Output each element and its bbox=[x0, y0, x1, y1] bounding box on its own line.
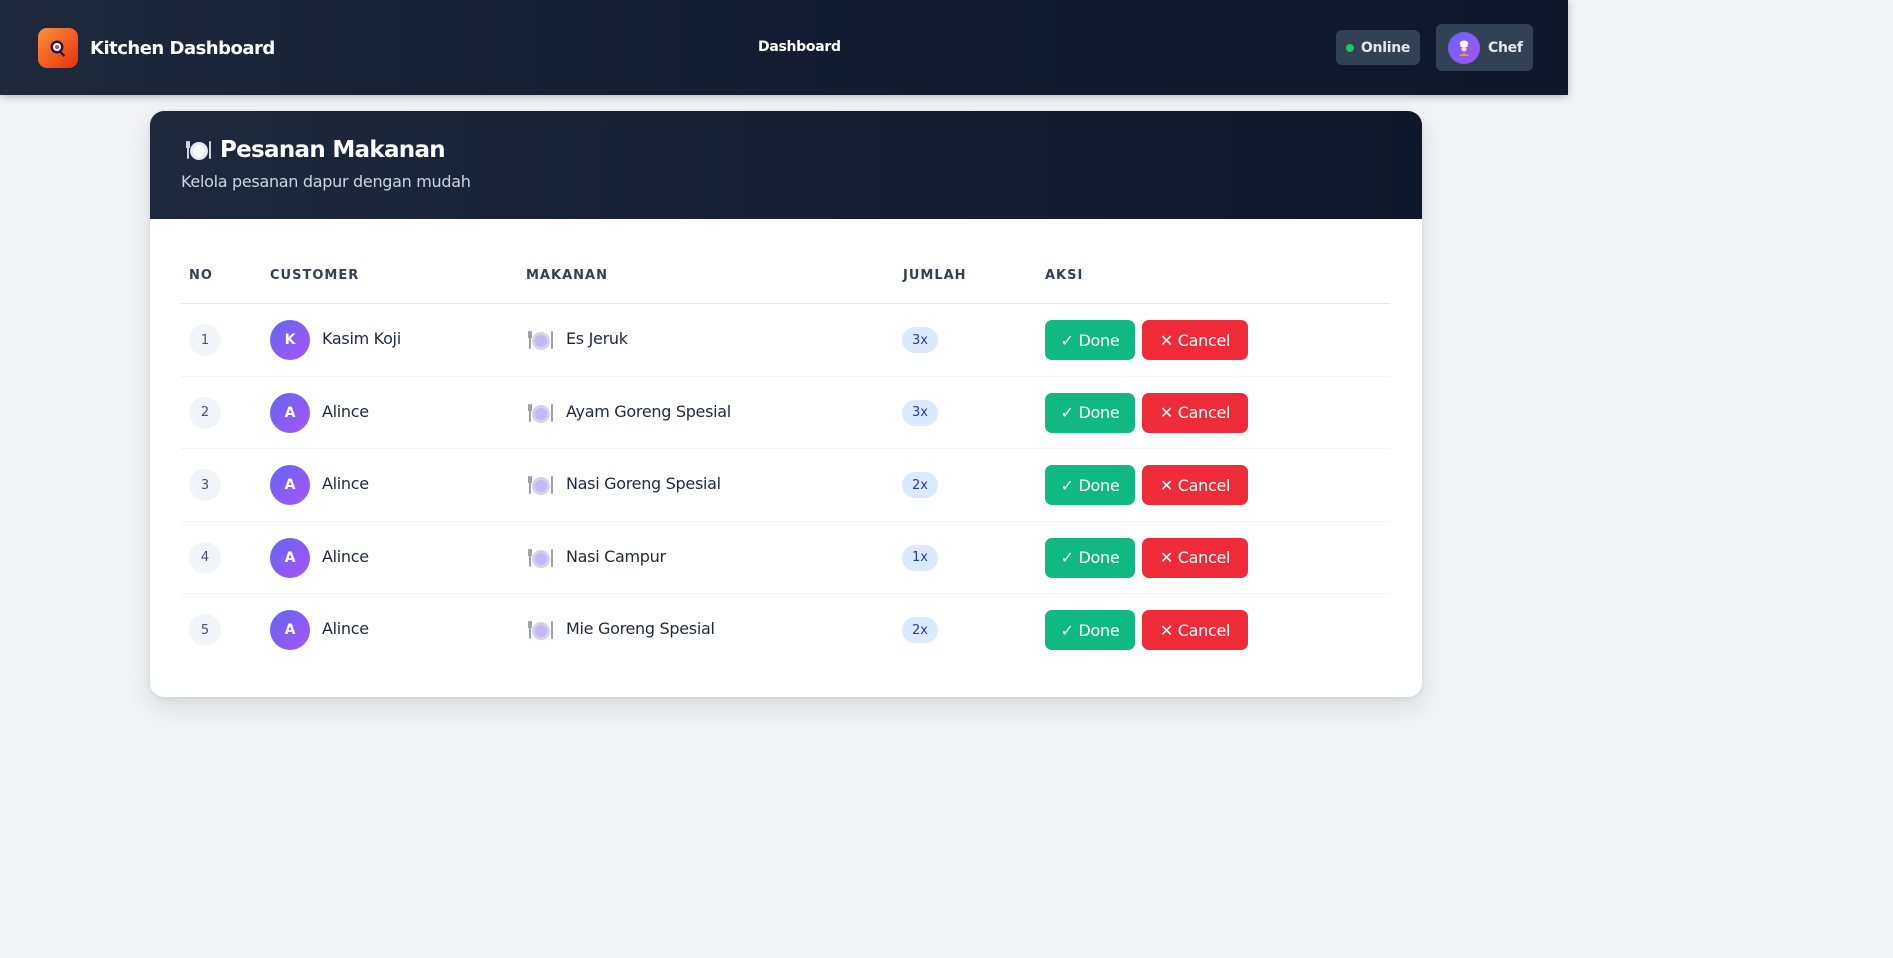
brand-title: Kitchen Dashboard bbox=[90, 37, 275, 59]
orders-table: NO CUSTOMER MAKANAN JUMLAH AKSI 1 K Kasi… bbox=[181, 252, 1390, 667]
row-number: 2 bbox=[189, 396, 221, 429]
cancel-button[interactable]: ✕ Cancel bbox=[1142, 392, 1248, 433]
row-number: 5 bbox=[189, 614, 221, 646]
customer-name: Kasim Koji bbox=[322, 329, 401, 348]
header-action: AKSI bbox=[1045, 268, 1084, 283]
plate-icon bbox=[528, 546, 554, 570]
quantity-badge: 2x bbox=[902, 617, 938, 643]
table-body: 1 K Kasim Koji Es Jeruk 3x ✓ Done ✕ Canc… bbox=[181, 304, 1390, 667]
nav-link-dashboard[interactable]: Dashboard bbox=[758, 39, 841, 55]
quantity-badge: 2x bbox=[902, 472, 938, 498]
status-badge: Online bbox=[1336, 30, 1420, 65]
customer-name: Alince bbox=[322, 546, 369, 566]
done-button[interactable]: ✓ Done bbox=[1045, 392, 1135, 433]
food-name: Nasi Goreng Spesial bbox=[566, 474, 721, 493]
plate-icon bbox=[528, 473, 554, 497]
status-label: Online bbox=[1360, 39, 1411, 56]
food-name: Mie Goreng Spesial bbox=[566, 619, 715, 638]
quantity-badge: 1x bbox=[902, 544, 938, 571]
food-name: Es Jeruk bbox=[566, 329, 628, 348]
table-row: 1 K Kasim Koji Es Jeruk 3x ✓ Done ✕ Canc… bbox=[181, 304, 1390, 377]
customer-name: Alince bbox=[322, 474, 369, 493]
row-number: 3 bbox=[189, 469, 221, 501]
top-navbar: Kitchen Dashboard Dashboard Online Chef bbox=[0, 0, 1568, 95]
customer-name: Alince bbox=[322, 619, 369, 638]
avatar: K bbox=[270, 320, 310, 360]
row-number: 4 bbox=[189, 541, 221, 574]
customer-name: Alince bbox=[322, 401, 369, 421]
avatar: A bbox=[270, 610, 310, 650]
card-subtitle: Kelola pesanan dapur dengan mudah bbox=[181, 172, 471, 191]
row-number: 1 bbox=[189, 324, 221, 356]
done-button[interactable]: ✓ Done bbox=[1045, 320, 1135, 360]
header-no: NO bbox=[189, 268, 213, 283]
cancel-button[interactable]: ✕ Cancel bbox=[1142, 320, 1248, 360]
cancel-button[interactable]: ✕ Cancel bbox=[1142, 610, 1248, 650]
card-title-text: Pesanan Makanan bbox=[220, 137, 446, 163]
status-dot-icon bbox=[1345, 43, 1354, 52]
brand[interactable]: Kitchen Dashboard bbox=[38, 28, 275, 68]
user-name: Chef bbox=[1488, 39, 1523, 56]
table-row: 2 A Alince Ayam Goreng Spesial 3x ✓ Done… bbox=[181, 377, 1390, 449]
quantity-badge: 3x bbox=[902, 399, 938, 426]
food-name: Ayam Goreng Spesial bbox=[566, 401, 731, 421]
table-row: 3 A Alince Nasi Goreng Spesial 2x ✓ Done… bbox=[181, 449, 1390, 522]
done-button[interactable]: ✓ Done bbox=[1045, 465, 1135, 505]
food-name: Nasi Campur bbox=[566, 546, 666, 566]
plate-icon bbox=[528, 328, 554, 352]
page-title: Pesanan Makanan bbox=[186, 137, 446, 163]
table-row: 5 A Alince Mie Goreng Spesial 2x ✓ Done … bbox=[181, 594, 1390, 667]
done-button[interactable]: ✓ Done bbox=[1045, 537, 1135, 578]
chef-icon bbox=[1448, 31, 1480, 64]
plate-icon bbox=[528, 618, 554, 642]
plate-icon bbox=[528, 401, 554, 425]
avatar: A bbox=[270, 537, 310, 578]
user-menu-button[interactable]: Chef bbox=[1436, 24, 1533, 71]
cancel-button[interactable]: ✕ Cancel bbox=[1142, 465, 1248, 505]
orders-card: Pesanan Makanan Kelola pesanan dapur den… bbox=[150, 111, 1422, 697]
cancel-button[interactable]: ✕ Cancel bbox=[1142, 537, 1248, 578]
plate-icon bbox=[186, 138, 212, 162]
header-qty: JUMLAH bbox=[903, 268, 967, 283]
table-header: NO CUSTOMER MAKANAN JUMLAH AKSI bbox=[181, 252, 1390, 304]
brand-logo-icon bbox=[38, 28, 78, 68]
header-food: MAKANAN bbox=[526, 268, 608, 283]
table-row: 4 A Alince Nasi Campur 1x ✓ Done ✕ Cance… bbox=[181, 522, 1390, 594]
header-customer: CUSTOMER bbox=[270, 268, 360, 283]
card-header: Pesanan Makanan Kelola pesanan dapur den… bbox=[150, 111, 1422, 219]
avatar: A bbox=[270, 465, 310, 505]
avatar: A bbox=[270, 392, 310, 433]
quantity-badge: 3x bbox=[902, 327, 938, 353]
done-button[interactable]: ✓ Done bbox=[1045, 610, 1135, 650]
